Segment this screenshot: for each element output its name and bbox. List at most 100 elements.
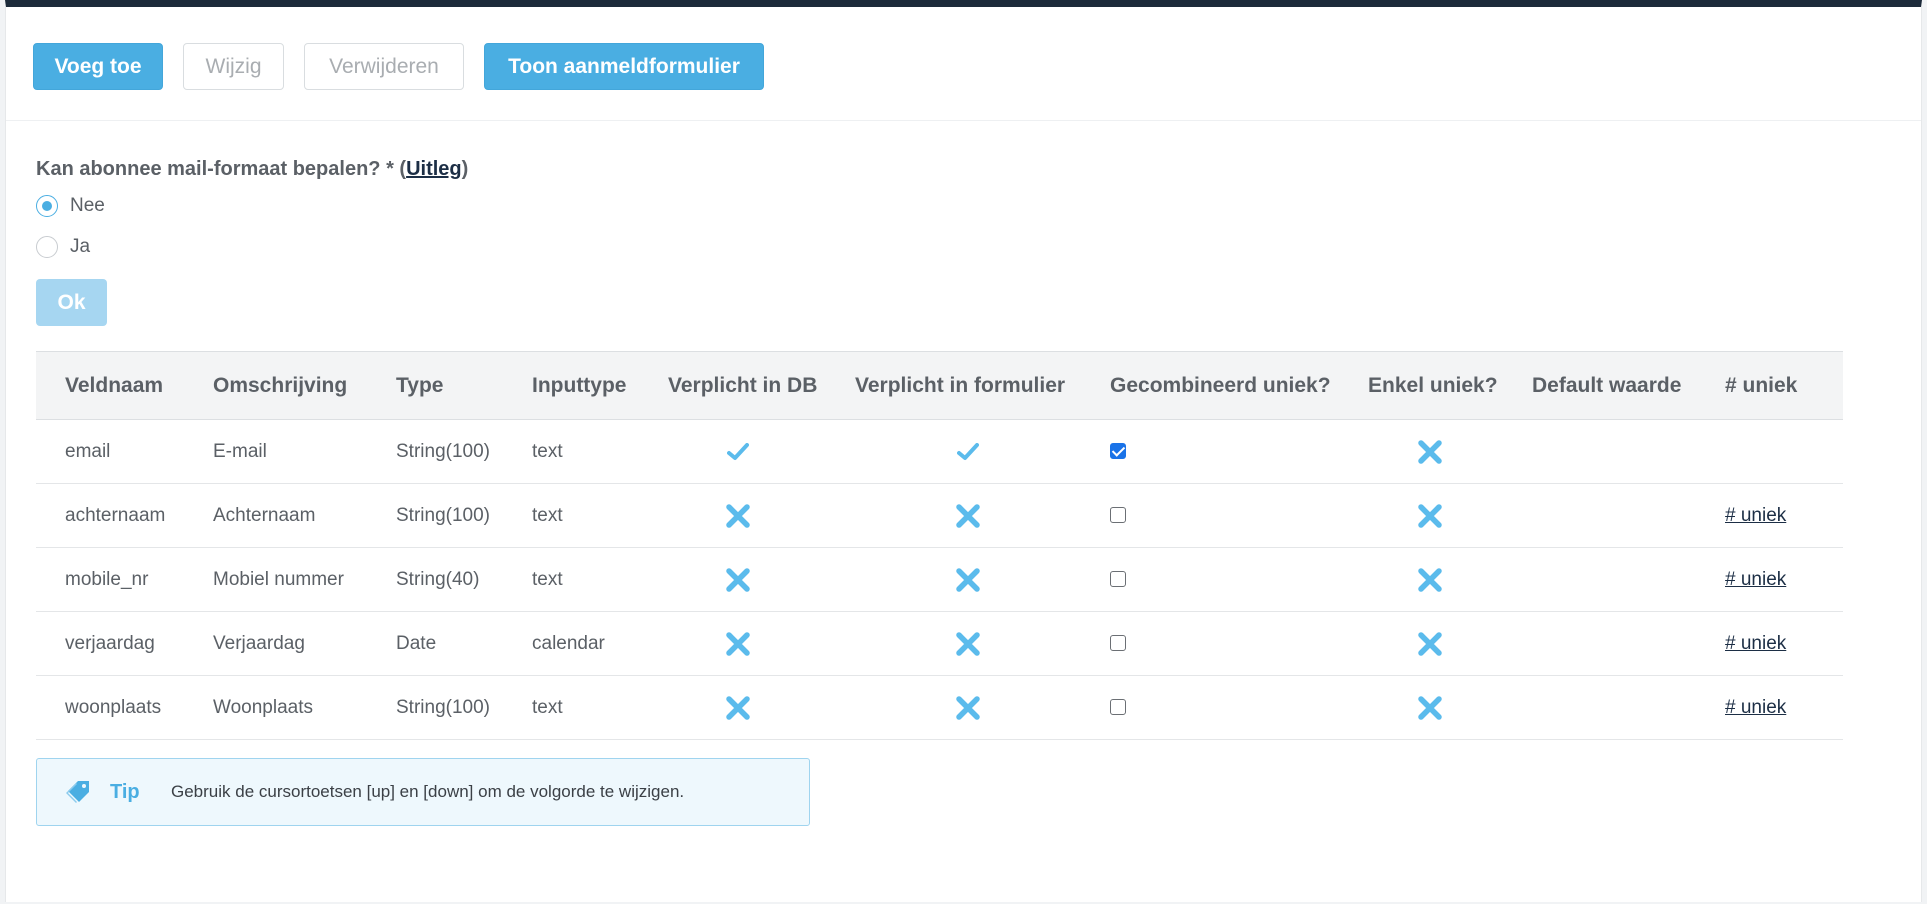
field-inputtype-cell: text [532, 568, 563, 590]
delete-button[interactable]: Verwijderen [304, 43, 464, 90]
cross-icon [708, 695, 768, 721]
required-db-cell [668, 484, 855, 548]
radio-nee[interactable] [36, 195, 58, 217]
required-form-cell [855, 420, 1110, 484]
header-uniek-count[interactable]: # uniek [1725, 352, 1843, 420]
field-description-cell: Achternaam [213, 504, 316, 526]
required-db-cell [668, 612, 855, 676]
field-inputtype-cell: calendar [532, 632, 605, 654]
radio-label-nee: Nee [70, 195, 105, 216]
required-form-cell [855, 484, 1110, 548]
uitleg-link[interactable]: Uitleg [406, 158, 462, 180]
field-description-cell: Verjaardag [213, 632, 305, 654]
cross-icon [938, 567, 998, 593]
cross-icon [1400, 439, 1460, 465]
header-default-waarde[interactable]: Default waarde [1532, 352, 1725, 420]
field-description-cell: Mobiel nummer [213, 568, 344, 590]
combined-unique-checkbox[interactable] [1110, 571, 1126, 588]
radio-option-nee[interactable]: Nee [36, 195, 105, 217]
default-value-cell [1532, 548, 1725, 612]
header-verplicht-db[interactable]: Verplicht in DB [668, 352, 855, 420]
header-veldnaam[interactable]: Veldnaam [36, 352, 213, 420]
edit-button[interactable]: Wijzig [183, 43, 284, 90]
toolbar: Voeg toe Wijzig Verwijderen Toon aanmeld… [6, 7, 1921, 121]
cross-icon [938, 503, 998, 529]
mail-format-question: Kan abonnee mail-formaat bepalen? * (Uit… [36, 158, 468, 181]
field-type-cell: String(100) [396, 440, 490, 462]
header-enkel-uniek[interactable]: Enkel uniek? [1368, 352, 1532, 420]
uniek-count-cell: # uniek [1725, 612, 1843, 676]
tip-text: Gebruik de cursortoetsen [up] en [down] … [171, 782, 685, 801]
table-row[interactable]: woonplaats Woonplaats String(100) text # uni… [36, 676, 1843, 740]
uniek-count-link[interactable]: # uniek [1725, 697, 1786, 718]
field-name-cell: email [65, 440, 111, 462]
field-description-cell: E-mail [213, 440, 267, 462]
cross-icon [1400, 567, 1460, 593]
field-name-cell: achternaam [65, 504, 166, 526]
combined-unique-cell [1110, 420, 1368, 484]
uniek-count-cell: # uniek [1725, 548, 1843, 612]
header-type[interactable]: Type [396, 352, 532, 420]
add-button[interactable]: Voeg toe [33, 43, 163, 90]
default-value-cell [1532, 420, 1725, 484]
radio-ja[interactable] [36, 236, 58, 258]
field-name-cell: mobile_nr [65, 568, 149, 590]
cross-icon [1400, 631, 1460, 657]
field-type-cell: Date [396, 632, 437, 654]
field-name-cell: woonplaats [65, 696, 162, 718]
default-value-cell [1532, 484, 1725, 548]
field-inputtype-cell: text [532, 440, 563, 462]
fields-table: Veldnaam Omschrijving Type Inputtype Ver… [36, 351, 1843, 740]
tip-label: Tip [110, 780, 140, 803]
field-description-cell: Woonplaats [213, 696, 313, 718]
table-row[interactable]: mobile_nr Mobiel nummer String(40) text # un… [36, 548, 1843, 612]
required-db-cell [668, 420, 855, 484]
header-verplicht-formulier[interactable]: Verplicht in formulier [855, 352, 1110, 420]
header-gecombineerd-uniek[interactable]: Gecombineerd uniek? [1110, 352, 1368, 420]
cross-icon [938, 695, 998, 721]
uniek-count-link[interactable]: # uniek [1725, 505, 1786, 526]
field-inputtype-cell: text [532, 696, 563, 718]
combined-unique-checkbox[interactable] [1110, 507, 1126, 524]
combined-unique-cell [1110, 548, 1368, 612]
cross-icon [708, 631, 768, 657]
cross-icon [708, 567, 768, 593]
combined-unique-cell [1110, 676, 1368, 740]
tip-box: Tip Gebruik de cursortoetsen [up] en [do… [36, 758, 810, 826]
table-row[interactable]: verjaardag Verjaardag Date calendar # uniek [36, 612, 1843, 676]
radio-label-ja: Ja [70, 236, 91, 257]
combined-unique-checkbox[interactable] [1110, 443, 1126, 460]
combined-unique-checkbox[interactable] [1110, 699, 1126, 716]
show-signup-form-button[interactable]: Toon aanmeldformulier [484, 43, 764, 90]
ok-button[interactable]: Ok [36, 279, 107, 326]
required-db-cell [668, 548, 855, 612]
header-inputtype[interactable]: Inputtype [532, 352, 668, 420]
field-type-cell: String(100) [396, 696, 490, 718]
single-unique-cell [1368, 420, 1532, 484]
combined-unique-checkbox[interactable] [1110, 635, 1126, 652]
tag-icon [66, 781, 89, 803]
radio-option-ja[interactable]: Ja [36, 236, 90, 258]
required-form-cell [855, 676, 1110, 740]
mail-format-question-text: Kan abonnee mail-formaat bepalen? * ( [36, 158, 407, 180]
default-value-cell [1532, 612, 1725, 676]
field-type-cell: String(40) [396, 568, 480, 590]
required-form-cell [855, 548, 1110, 612]
mail-format-question-end: ) [461, 158, 469, 180]
single-unique-cell [1368, 548, 1532, 612]
uniek-count-cell [1725, 420, 1843, 484]
table-row[interactable]: achternaam Achternaam String(100) text # uni… [36, 484, 1843, 548]
field-name-cell: verjaardag [65, 632, 155, 654]
default-value-cell [1532, 676, 1725, 740]
check-icon [938, 442, 998, 461]
uniek-count-link[interactable]: # uniek [1725, 569, 1786, 590]
uniek-count-link[interactable]: # uniek [1725, 633, 1786, 654]
table-header-row: Veldnaam Omschrijving Type Inputtype Ver… [36, 351, 1843, 420]
cross-icon [708, 503, 768, 529]
check-icon [708, 442, 768, 461]
table-row[interactable]: email E-mail String(100) text [36, 420, 1843, 484]
cross-icon [938, 631, 998, 657]
uniek-count-cell: # uniek [1725, 676, 1843, 740]
cross-icon [1400, 695, 1460, 721]
header-omschrijving[interactable]: Omschrijving [213, 352, 396, 420]
